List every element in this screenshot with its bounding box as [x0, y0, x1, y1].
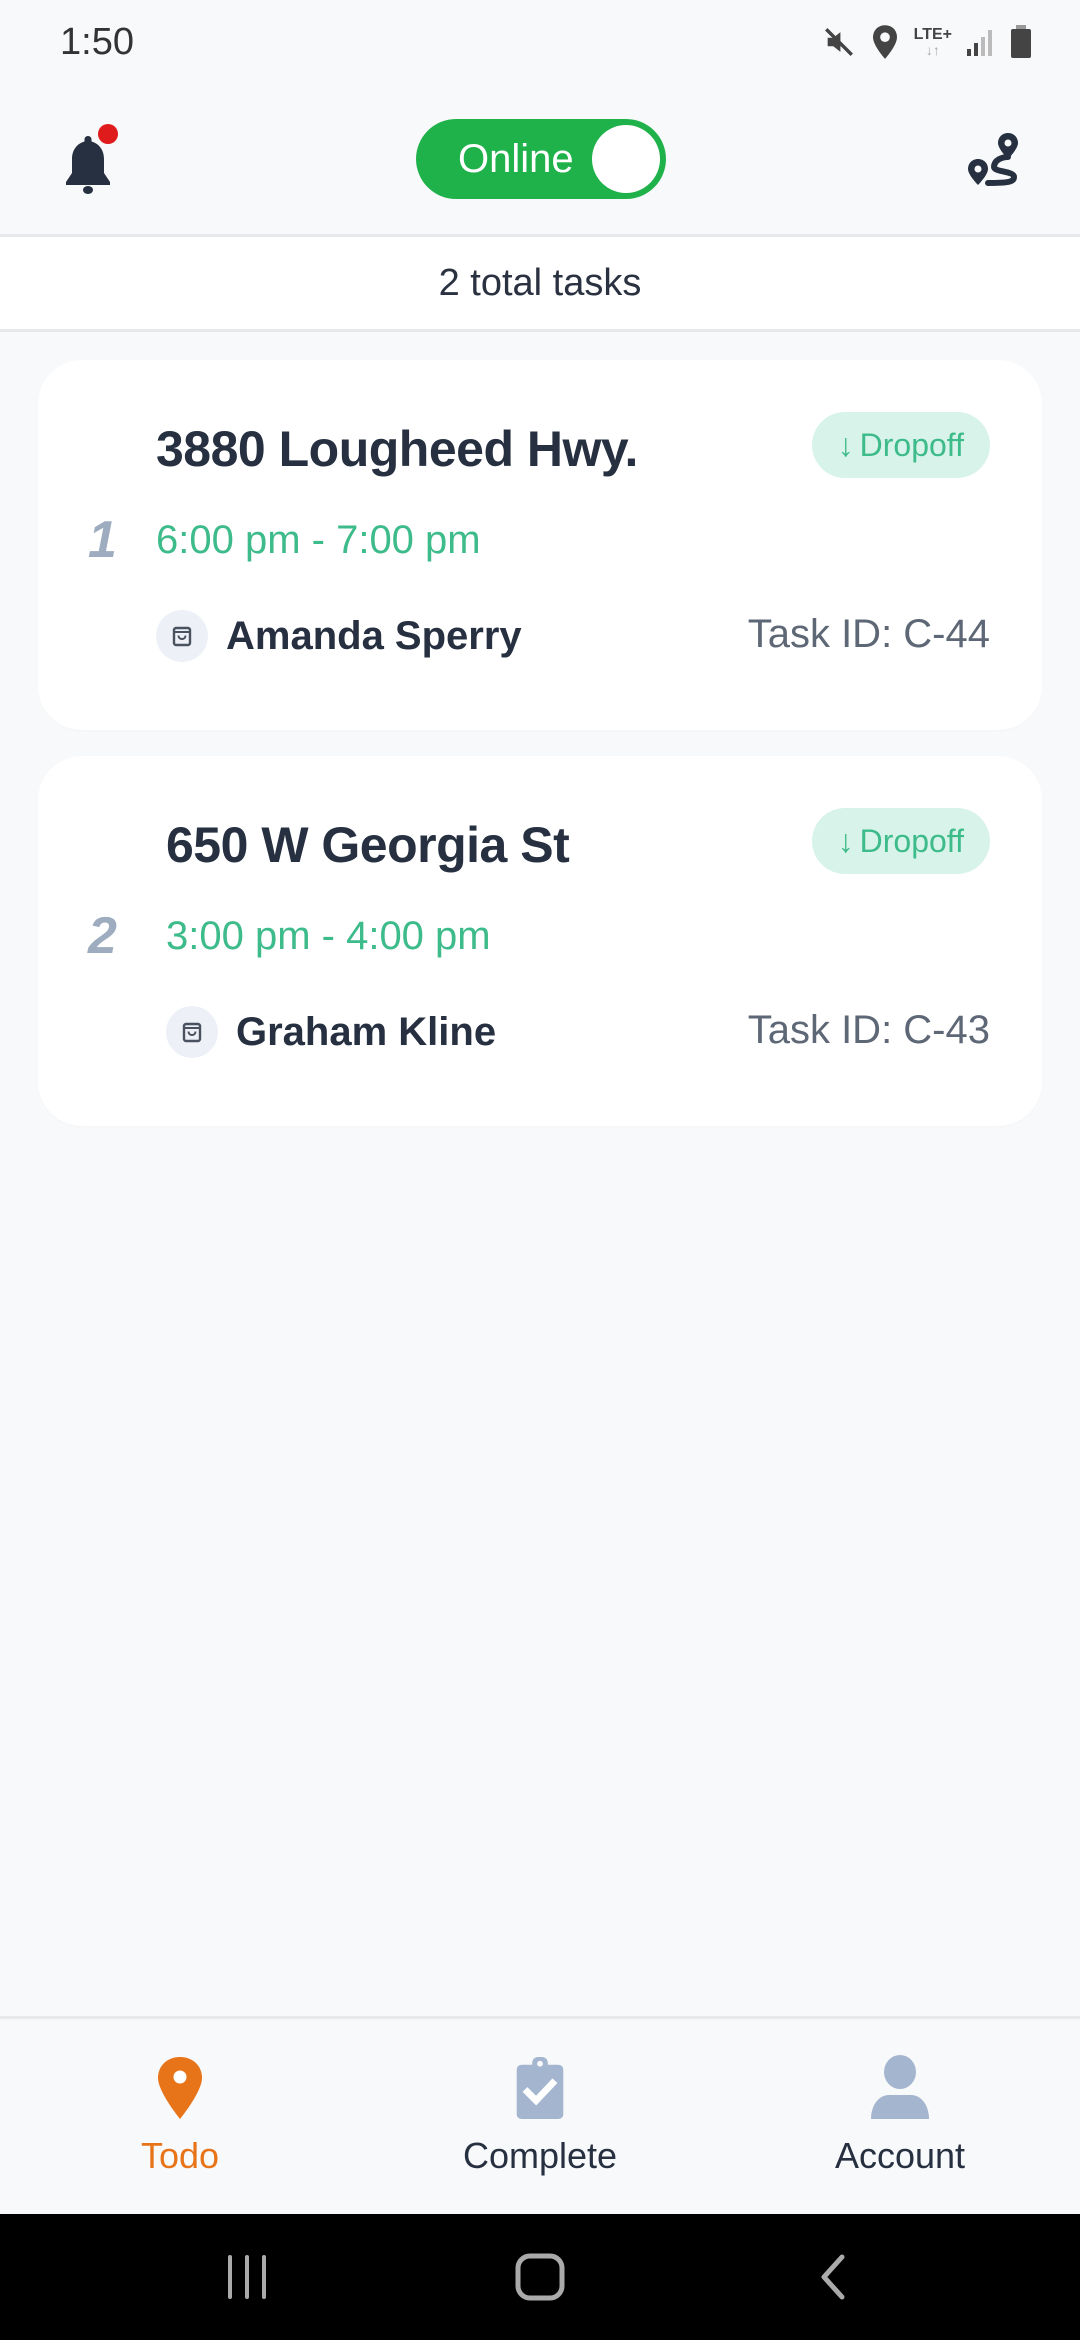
task-type-badge: ↓ Dropoff — [811, 412, 990, 478]
task-type-label: Dropoff — [859, 426, 964, 463]
battery-icon — [1010, 25, 1032, 59]
task-address: 650 W Georgia St — [166, 817, 570, 873]
task-id: Task ID: C-43 — [747, 1008, 990, 1052]
home-button[interactable] — [480, 2237, 600, 2317]
task-address: 3880 Lougheed Hwy. — [156, 421, 638, 477]
nav-item-todo[interactable]: Todo — [30, 2019, 330, 2209]
task-summary: 2 total tasks — [0, 234, 1080, 332]
task-time-window: 3:00 pm - 4:00 pm — [166, 914, 491, 958]
arrow-down-icon: ↓ — [837, 822, 854, 859]
recent-apps-button[interactable] — [187, 2237, 307, 2317]
location-icon — [870, 24, 900, 60]
nav-item-complete[interactable]: Complete — [390, 2019, 690, 2209]
task-type-label: Dropoff — [859, 822, 964, 859]
home-icon — [515, 2253, 565, 2301]
route-icon — [968, 133, 1018, 186]
clipboard-check-icon — [516, 2056, 564, 2120]
mute-icon — [822, 25, 856, 59]
task-index: 1 — [88, 511, 117, 569]
task-customer: Amanda Sperry — [156, 610, 522, 662]
nav-label: Complete — [462, 2135, 618, 2176]
task-card[interactable]: 2 650 W Georgia St ↓ Dropoff 3:00 pm - 4… — [38, 756, 1042, 1126]
task-id: Task ID: C-44 — [747, 612, 990, 656]
route-button[interactable] — [964, 127, 1028, 191]
status-icons: LTE+ ↓↑ — [822, 24, 1032, 60]
nav-item-account[interactable]: Account — [750, 2019, 1050, 2209]
task-index: 2 — [88, 907, 117, 965]
lte-icon: LTE+ ↓↑ — [913, 26, 952, 58]
bottom-nav: Todo Complete Account — [0, 2016, 1080, 2214]
notification-dot — [98, 124, 118, 144]
shopping-bag-icon — [166, 1006, 218, 1058]
user-icon — [871, 2055, 929, 2119]
status-time: 1:50 — [60, 20, 134, 63]
app-header: Online — [0, 84, 1080, 234]
task-type-badge: ↓ Dropoff — [811, 808, 990, 874]
customer-name: Graham Kline — [236, 1009, 497, 1054]
customer-name: Amanda Sperry — [226, 613, 522, 658]
task-time-window: 6:00 pm - 7:00 pm — [156, 518, 481, 562]
online-toggle-label: Online — [458, 136, 574, 181]
map-pin-icon — [158, 2057, 202, 2119]
notifications-button[interactable] — [62, 124, 118, 194]
status-bar: 1:50 LTE+ ↓↑ — [0, 0, 1080, 84]
system-nav-bar — [0, 2214, 1080, 2340]
signal-icon — [966, 27, 996, 57]
task-card[interactable]: 1 3880 Lougheed Hwy. ↓ Dropoff 6:00 pm -… — [38, 360, 1042, 730]
recent-apps-icon — [227, 2255, 266, 2299]
task-list: 1 3880 Lougheed Hwy. ↓ Dropoff 6:00 pm -… — [38, 360, 1042, 1152]
back-button[interactable] — [773, 2237, 893, 2317]
task-customer: Graham Kline — [166, 1006, 496, 1058]
online-toggle[interactable]: Online — [416, 119, 666, 199]
nav-label: Todo — [140, 2135, 220, 2176]
arrow-down-icon: ↓ — [837, 426, 854, 463]
shopping-bag-icon — [156, 610, 208, 662]
nav-label: Account — [834, 2135, 966, 2176]
back-icon — [821, 2254, 845, 2300]
toggle-knob — [592, 125, 660, 193]
